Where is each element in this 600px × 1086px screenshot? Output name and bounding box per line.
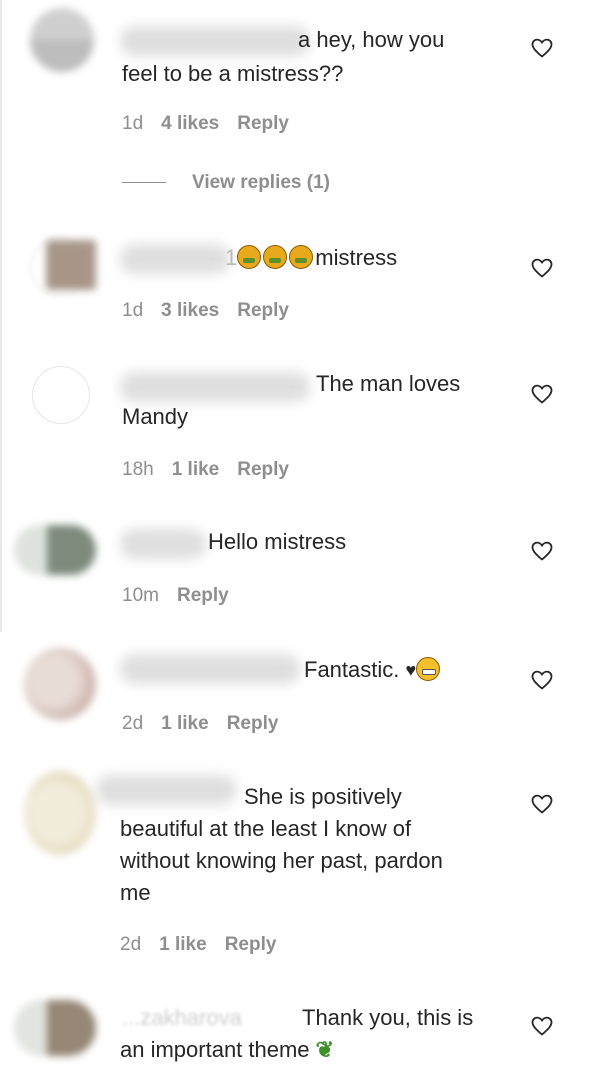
username-partial[interactable]: ...zakharova [122, 1002, 242, 1033]
comment-meta: 10m Reply [122, 585, 247, 607]
likes-count[interactable]: 1 like [159, 934, 207, 955]
reply-button[interactable]: Reply [237, 300, 289, 321]
comment-meta: 2d 1 like Reply [120, 934, 294, 956]
comment-time: 1d [122, 300, 144, 321]
comment-text-line: beautiful at the least I know of [120, 816, 412, 841]
avatar[interactable] [24, 771, 96, 855]
comment-time: 2d [120, 934, 142, 955]
grimacing-face-emoji [416, 657, 441, 681]
comment-time: 1d [122, 113, 144, 134]
comment-text-prefix: 1 [225, 245, 238, 270]
comment-text: Fantastic. ♥ [304, 654, 442, 686]
view-replies-label: View replies (1) [192, 172, 330, 193]
likes-count[interactable]: 3 likes [161, 300, 219, 321]
username-blurred[interactable] [120, 654, 300, 684]
avatar[interactable] [24, 648, 96, 720]
username-blurred[interactable] [120, 529, 206, 559]
username-blurred[interactable] [120, 372, 310, 402]
comment-text: 1 mistress [225, 242, 397, 273]
avatar[interactable] [32, 366, 90, 424]
avatar[interactable] [14, 525, 96, 575]
comment-text-line: The man loves [316, 371, 461, 396]
comment-text-body: Fantastic. [304, 657, 400, 682]
comment-text-line: Mandy [122, 404, 189, 429]
avatar[interactable] [14, 1000, 96, 1056]
heart-outline-icon[interactable] [530, 792, 554, 816]
face-vomiting-emoji [263, 245, 288, 269]
left-border [0, 0, 2, 632]
comment-text-line: without knowing her past, pardon [120, 848, 443, 873]
comment-text-line: an important theme [120, 1037, 310, 1062]
username-blurred[interactable] [120, 244, 230, 274]
heart-outline-icon[interactable] [530, 256, 554, 280]
comment-text-line: Thank you, this is [302, 1005, 474, 1030]
black-heart-icon: ♥ [405, 660, 417, 680]
reply-button[interactable]: Reply [227, 713, 279, 734]
comment-text: an important theme ❦ [120, 1034, 334, 1065]
face-vomiting-emoji [289, 245, 314, 269]
avatar[interactable] [30, 8, 94, 72]
comment-text-line: a hey, how you [298, 27, 445, 52]
likes-count[interactable]: 4 likes [161, 113, 219, 134]
heart-outline-icon[interactable] [530, 36, 554, 60]
username-blurred[interactable] [96, 775, 236, 805]
reply-button[interactable]: Reply [177, 585, 229, 606]
heart-outline-icon[interactable] [530, 382, 554, 406]
comment-text-body: mistress [315, 245, 398, 270]
comment-meta: 1d 4 likes Reply [122, 113, 307, 135]
comment-text-line: She is positively [244, 784, 402, 809]
comment-meta: 1d 3 likes Reply [122, 300, 307, 322]
username-blurred[interactable] [120, 26, 310, 56]
heart-outline-icon[interactable] [530, 539, 554, 563]
likes-count[interactable]: 1 like [161, 713, 209, 734]
heart-outline-icon[interactable] [530, 1014, 554, 1038]
avatar[interactable] [46, 240, 96, 290]
herb-emoji: ❦ [315, 1037, 335, 1062]
reply-button[interactable]: Reply [237, 459, 289, 480]
view-replies-button[interactable]: View replies (1) [122, 172, 330, 194]
comment-time: 18h [122, 459, 154, 480]
replies-divider [122, 182, 166, 184]
comment-text: Hello mistress [208, 529, 347, 554]
reply-button[interactable]: Reply [237, 113, 289, 134]
reply-button[interactable]: Reply [225, 934, 277, 955]
face-vomiting-emoji [237, 245, 262, 269]
likes-count[interactable]: 1 like [172, 459, 220, 480]
comment-meta: 18h 1 like Reply [122, 459, 307, 481]
comment-time: 2d [122, 713, 144, 734]
comment-meta: 2d 1 like Reply [122, 713, 296, 735]
heart-outline-icon[interactable] [530, 668, 554, 692]
comment-time: 10m [122, 585, 159, 606]
comment-text-line: feel to be a mistress?? [122, 61, 344, 86]
comment-text-line: me [120, 880, 151, 905]
